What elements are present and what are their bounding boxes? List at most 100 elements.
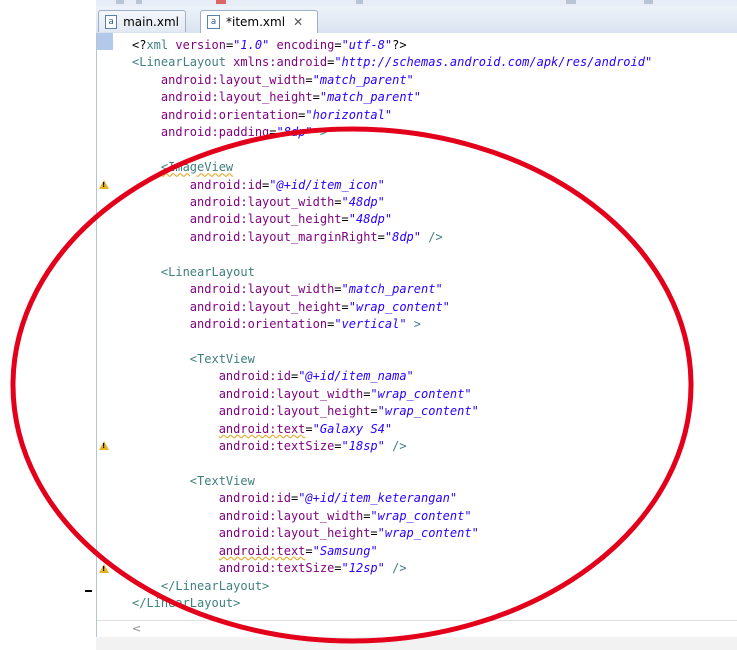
code-line: android:textSize="18sp" /> [132,438,652,455]
code-token: <TextView [132,473,255,488]
code-token: android:layout_width [132,194,335,209]
code-line: android:layout_height="wrap_content" [132,525,652,542]
code-token: "wrap_content" [370,386,472,401]
code-token: android:id [132,369,291,384]
code-token: = [269,125,277,140]
code-line: android:id="@+id/item_keterangan" [132,490,652,507]
code-token: android:layout_height [132,299,342,314]
code-line: <ImageView [132,159,652,176]
code-token: = [334,194,342,209]
code-token: <LinearLayout [132,55,226,70]
code-token: </LinearLayout> [132,596,241,610]
code-token: android:text [218,421,306,436]
code-token: android:layout_height [132,212,342,227]
code-token: android:layout_width [132,72,306,87]
code-token: = [370,526,378,541]
code-token: <? [132,38,147,52]
code-token: "@+id/item_keterangan" [298,491,458,506]
code-token: "12sp" [341,561,385,576]
code-token: android:layout_width [132,386,364,401]
tab-item-xml[interactable]: a *item.xml ✕ [200,10,318,33]
horizontal-scrollbar[interactable]: < [97,620,737,638]
code-line: <?xml version="1.0" encoding="utf-8"?> [132,37,652,54]
code-token: = [305,72,313,87]
code-line: android:id="@+id/item_nama" [132,368,652,385]
code-line: android:layout_width="match_parent" [132,281,652,298]
annotation-ruler [97,33,117,637]
code-token: <ImageView [160,160,234,175]
code-token: android:orientation [132,317,328,331]
text-caret [85,590,92,592]
code-token: = [334,561,342,576]
code-line: android:layout_width="match_parent" [132,72,652,89]
code-token: "match_parent" [319,90,422,105]
code-token: = [334,38,342,52]
code-token: "8dp" [384,229,421,244]
code-token: android:textSize [132,561,335,576]
code-line: android:layout_marginRight="8dp" /> [132,229,652,246]
xml-code-editor[interactable]: <?xml version="1.0" encoding="utf-8"?> <L… [96,33,737,638]
code-token: android:layout_height [132,526,371,541]
code-token: "http://schemas.android.com/apk/res/andr… [334,55,653,70]
code-token: "match_parent" [341,282,443,297]
code-token: = [377,229,385,244]
code-token: "48dp" [348,212,393,227]
code-token: = [341,299,349,314]
editor-bottom-edge [96,637,737,650]
code-token: /> [384,561,407,576]
code-token: android:layout_height [132,404,371,419]
code-token: = [370,404,378,419]
code-token: <LinearLayout [132,264,255,279]
close-icon[interactable]: ✕ [293,15,303,29]
code-token: android:orientation [132,107,299,122]
code-token: > [406,317,422,331]
code-token: android:padding [132,125,270,140]
code-token: "wrap_content" [370,508,472,523]
warning-icon[interactable] [99,441,109,451]
code-line: android:layout_height="match_parent" [132,89,652,106]
xml-file-icon: a [105,14,118,29]
code-line: <LinearLayout [132,264,652,281]
code-token: > [312,125,328,140]
code-token: "vertical" [334,317,407,331]
tab-main-xml[interactable]: a main.xml [98,10,186,32]
code-token: xmlns:android [225,55,328,70]
code-token: android:layout_marginRight [132,229,378,244]
code-token: android:layout_height [132,90,313,105]
code-token: android:text [218,543,306,558]
warning-icon[interactable] [99,563,109,573]
code-token: <TextView [132,351,255,366]
code-line: android:id="@+id/item_icon" [132,177,652,194]
code-line: android:padding="8dp" > [132,124,652,141]
code-token: "Galaxy S4" [312,421,393,436]
code-line: </LinearLayout> [132,578,652,595]
code-token: /> [384,439,407,454]
code-token: "8dp" [276,125,313,140]
code-text-area[interactable]: <?xml version="1.0" encoding="utf-8"?> <L… [132,37,652,612]
code-line: android:orientation="vertical" > [132,316,652,333]
code-token: "horizontal" [305,107,393,122]
code-token: "wrap_content" [377,526,479,541]
code-token: "utf-8" [341,38,393,52]
code-line: <TextView [132,473,652,490]
code-token: = [334,439,342,454]
code-token: android:id [132,177,263,192]
scroll-left-icon[interactable]: < [132,622,141,635]
warning-icon[interactable] [99,179,109,189]
code-token: ?> [392,38,407,52]
code-token: = [305,421,313,436]
code-token: = [334,282,342,297]
code-line: android:layout_height="wrap_content" [132,403,652,420]
code-token: "18sp" [341,439,385,454]
code-token: "wrap_content" [377,404,479,419]
code-token: "48dp" [341,194,385,209]
code-token: "match_parent" [312,72,414,87]
xml-file-icon: a [207,15,220,29]
code-token: android:layout_width [132,282,335,297]
